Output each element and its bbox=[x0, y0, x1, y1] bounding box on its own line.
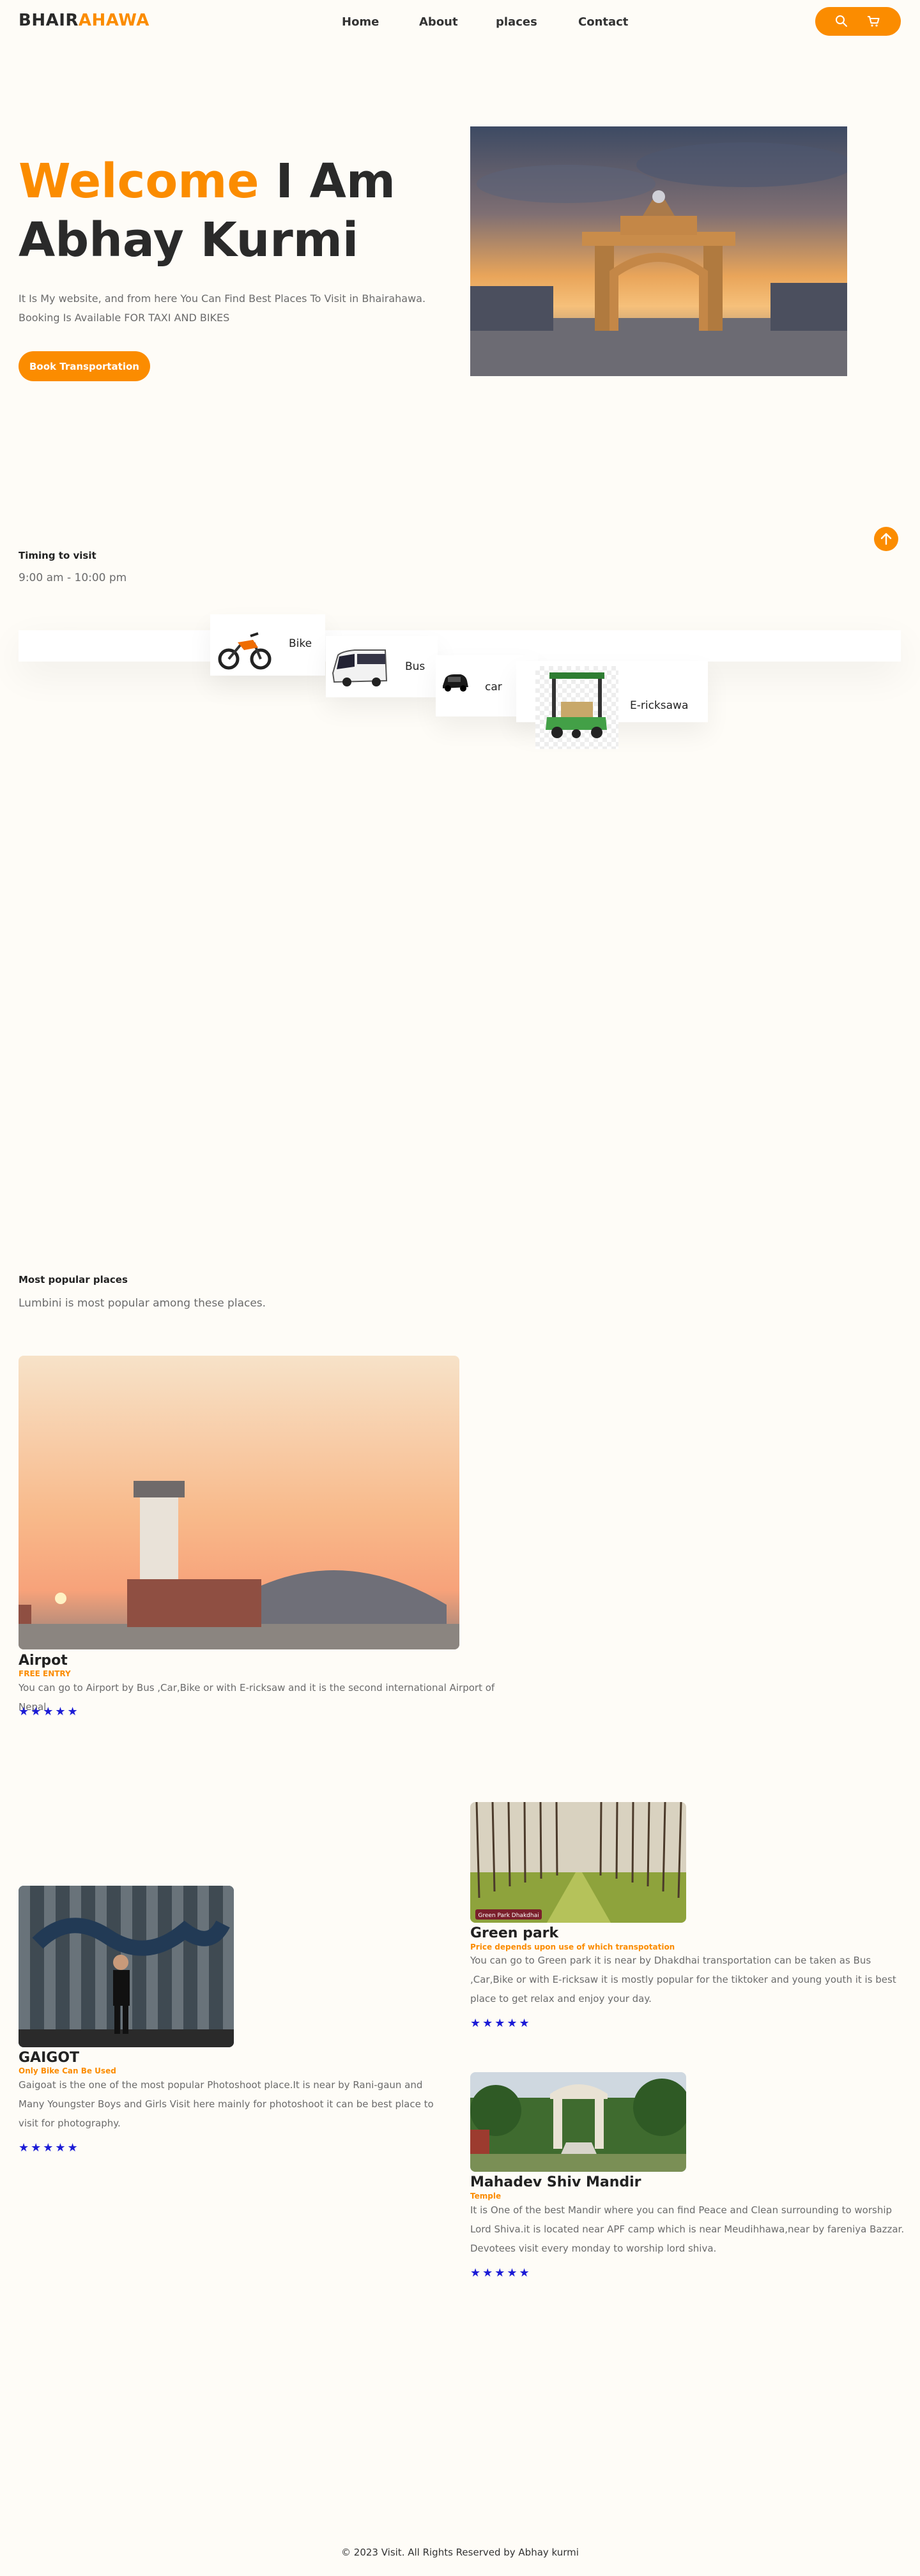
place-gaigot-desc: Gaigoat is the one of the most popular P… bbox=[19, 2079, 434, 2129]
popular-title: Most popular places bbox=[19, 1274, 128, 1285]
place-greenpark-rating: ★★★★★ bbox=[470, 2017, 532, 2030]
timing-title: Timing to visit bbox=[19, 550, 96, 561]
place-gaigot-rating: ★★★★★ bbox=[19, 2141, 80, 2155]
bike-image bbox=[213, 614, 275, 676]
footer-copyright: © 2023 Visit. All Rights Reserved by Abh… bbox=[341, 2547, 579, 2558]
transport-e-ricksawa[interactable]: E-ricksawa bbox=[516, 661, 708, 749]
place-greenpark-tag: Price depends upon use of which transpot… bbox=[470, 1943, 675, 1951]
hero-gate-image bbox=[470, 126, 847, 376]
header-actions bbox=[815, 7, 901, 36]
place-mahadev-name: Mahadev Shiv Mandir bbox=[470, 2174, 641, 2190]
cart-icon[interactable] bbox=[866, 14, 880, 28]
place-airport-desc: You can go to Airport by Bus ,Car,Bike o… bbox=[19, 1682, 495, 1713]
hero-title: Welcome I Am Abhay Kurmi bbox=[19, 152, 453, 269]
timing-hours: 9:00 am - 10:00 pm bbox=[19, 572, 127, 584]
transport-bike[interactable]: Bike bbox=[210, 614, 325, 676]
place-gaigot-name: GAIGOT bbox=[19, 2050, 80, 2066]
arrow-up-icon bbox=[880, 533, 892, 545]
logo-part2: AHAWA bbox=[78, 11, 150, 30]
site-logo[interactable]: BHAIRAHAWA bbox=[19, 11, 150, 30]
scroll-top-button[interactable] bbox=[874, 527, 898, 551]
green-park-caption: Green Park Dhakdhai bbox=[478, 1913, 539, 1919]
nav-about[interactable]: About bbox=[419, 15, 458, 29]
place-greenpark-desc: You can go to Green park it is near by D… bbox=[470, 1955, 896, 2004]
place-greenpark-name: Green park bbox=[470, 1925, 559, 1941]
popular-subtitle: Lumbini is most popular among these plac… bbox=[19, 1297, 266, 1310]
car-image bbox=[439, 664, 471, 696]
place-airport-name: Airpot bbox=[19, 1653, 68, 1669]
e-ricksaw-image bbox=[535, 666, 618, 749]
transport-bus[interactable]: Bus bbox=[326, 636, 438, 697]
hero-title-rest1: I Am bbox=[275, 154, 395, 209]
nav-contact[interactable]: Contact bbox=[578, 15, 628, 29]
transport-e-ricksawa-label: E-ricksawa bbox=[630, 699, 689, 712]
green-park-image: Green Park Dhakdhai bbox=[470, 1802, 686, 1923]
transport-bus-label: Bus bbox=[405, 660, 425, 673]
nav-places[interactable]: places bbox=[496, 15, 537, 29]
search-icon[interactable] bbox=[834, 14, 848, 28]
book-transportation-button[interactable]: Book Transportation bbox=[19, 351, 150, 381]
mahadev-mandir-image bbox=[470, 2072, 686, 2172]
place-mahadev-tag: Temple bbox=[470, 2192, 502, 2201]
place-mahadev-rating: ★★★★★ bbox=[470, 2266, 532, 2280]
gaigot-image bbox=[19, 1886, 234, 2047]
hero-description: It Is My website, and from here You Can … bbox=[19, 292, 426, 324]
bus-image bbox=[329, 636, 390, 697]
place-gaigot-tag: Only Bike Can Be Used bbox=[19, 2066, 116, 2075]
nav-home[interactable]: Home bbox=[342, 15, 379, 29]
hero-title-rest2: Abhay Kurmi bbox=[19, 213, 359, 268]
hero-title-highlight: Welcome bbox=[19, 154, 259, 209]
airport-image bbox=[19, 1356, 459, 1649]
logo-part1: BHAIR bbox=[19, 11, 79, 30]
place-mahadev-desc: It is One of the best Mandir where you c… bbox=[470, 2204, 905, 2254]
place-airport-tag: FREE ENTRY bbox=[19, 1669, 71, 1678]
place-airport-rating: ★★★★★ bbox=[19, 1705, 80, 1718]
transport-bike-label: Bike bbox=[289, 637, 312, 650]
transport-car-label: car bbox=[485, 681, 502, 693]
